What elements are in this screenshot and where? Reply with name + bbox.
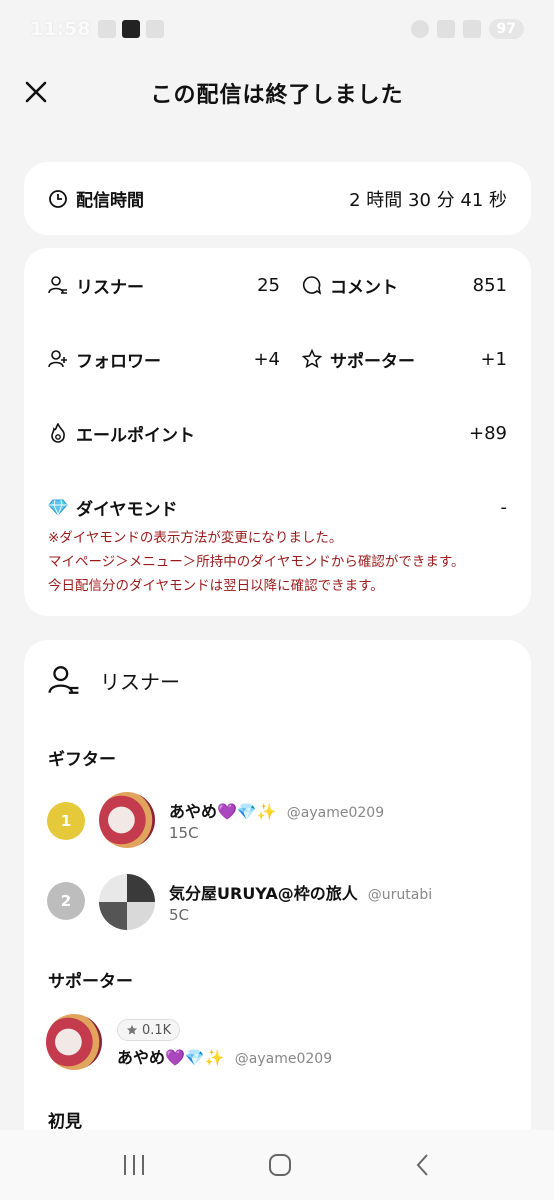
supporter-name: あやめ💜💎✨ xyxy=(117,1048,225,1067)
gifters-heading: ギフター xyxy=(48,750,116,770)
gifter-handle: @ayame0209 xyxy=(286,805,385,821)
dnd-icon xyxy=(410,20,429,38)
recent-apps-icon[interactable] xyxy=(120,1153,148,1177)
broadcast-time-label: 配信時間 xyxy=(76,191,144,211)
stat-listeners-label: リスナー xyxy=(76,277,144,298)
comment-icon xyxy=(302,276,322,295)
gifter-name-line: あやめ💜💎✨ @ayame0209 xyxy=(169,798,384,822)
stat-yell-points-label: エールポイント xyxy=(76,425,195,446)
stat-followers: フォロワー +4 xyxy=(48,344,280,374)
rank-badge: 2 xyxy=(47,882,85,920)
page-header: この配信は終了しました xyxy=(0,58,554,128)
gifter-handle: @urutabi xyxy=(367,887,433,903)
first-time-heading: 初見 xyxy=(48,1112,82,1132)
listeners-card: リスナー ギフター 1 あやめ💜💎✨ @ayame0209 15C 2 気分屋UR… xyxy=(24,640,531,1160)
supporter-level-badge: 0.1K xyxy=(117,1019,181,1041)
supporters-heading: サポーター xyxy=(48,972,133,992)
gallery-icon xyxy=(98,20,117,38)
star-icon xyxy=(302,349,322,369)
gifter-coins: 5C xyxy=(169,906,190,924)
follower-add-icon xyxy=(48,350,67,368)
gifter-name: 気分屋URUYA@枠の旅人 xyxy=(169,884,358,903)
flame-icon xyxy=(51,423,65,443)
diamond-notice: ※ダイヤモンドの表示方法が変更になりました。 マイページ＞メニュー＞所持中のダイ… xyxy=(48,526,464,598)
stat-followers-label-group: フォロワー xyxy=(48,347,161,372)
stat-diamonds-label: ダイヤモンド xyxy=(76,499,178,520)
stat-diamonds-value: - xyxy=(500,496,508,518)
star-filled-icon xyxy=(126,1024,138,1035)
supporter-handle: @ayame0209 xyxy=(234,1051,333,1067)
tiktok-icon xyxy=(122,20,141,38)
notice-line: ※ダイヤモンドの表示方法が変更になりました。 xyxy=(48,530,343,546)
notice-line: 今日配信分のダイヤモンドは翌日以降に確認できます。 xyxy=(48,578,384,594)
broadcast-time-card: 配信時間 2 時間 30 分 41 秒 xyxy=(24,162,531,235)
stat-listeners: リスナー 25 xyxy=(48,270,280,300)
stat-comments: コメント 851 xyxy=(302,270,507,300)
diamond-icon xyxy=(48,499,68,517)
avatar[interactable] xyxy=(99,792,155,848)
status-bar: 11:58 97 xyxy=(0,0,554,58)
supporter-name-line: あやめ💜💎✨ @ayame0209 xyxy=(117,1044,332,1068)
battery-indicator: 97 xyxy=(488,19,524,39)
status-icons-left xyxy=(98,20,165,38)
rank-badge: 1 xyxy=(47,802,85,840)
gifter-name: あやめ💜💎✨ xyxy=(169,802,277,821)
gifter-name-line: 気分屋URUYA@枠の旅人 @urutabi xyxy=(169,880,432,904)
stat-yell-points: エールポイント +89 xyxy=(48,418,507,448)
stat-supporters-value: +1 xyxy=(480,348,507,370)
stat-comments-label: コメント xyxy=(330,277,398,298)
stat-supporters: サポーター +1 xyxy=(302,344,507,374)
wifi-icon xyxy=(436,20,455,38)
avatar[interactable] xyxy=(99,874,155,930)
notification-icon xyxy=(146,20,165,38)
notice-line: マイページ＞メニュー＞所持中のダイヤモンドから確認ができます。 xyxy=(48,554,465,570)
listener-icon xyxy=(48,276,67,294)
stat-comments-value: 851 xyxy=(472,274,507,296)
home-icon[interactable] xyxy=(267,1152,293,1178)
listeners-section-title: リスナー xyxy=(100,669,180,694)
stat-comments-label-group: コメント xyxy=(302,273,398,298)
supporter-level-value: 0.1K xyxy=(142,1022,172,1038)
stat-supporters-label-group: サポーター xyxy=(302,347,415,372)
listener-icon xyxy=(48,666,79,694)
back-icon[interactable] xyxy=(412,1152,434,1178)
stat-diamonds: ダイヤモンド - xyxy=(48,492,507,522)
avatar[interactable] xyxy=(46,1014,102,1070)
page-title: この配信は終了しました xyxy=(150,83,404,108)
stat-followers-value: +4 xyxy=(253,348,280,370)
status-icons-right: 97 xyxy=(410,19,524,39)
broadcast-time-value: 2 時間 30 分 41 秒 xyxy=(349,189,507,211)
system-nav-bar xyxy=(0,1130,554,1200)
close-icon xyxy=(25,81,47,103)
broadcast-time-label-group: 配信時間 xyxy=(48,186,144,211)
stats-card: リスナー 25 コメント 851 フォロワー +4 サポーター +1 エールポイ… xyxy=(24,248,531,616)
listeners-section-header: リスナー xyxy=(48,664,180,696)
stat-listeners-label-group: リスナー xyxy=(48,273,144,298)
close-button[interactable] xyxy=(18,74,54,110)
stat-yell-points-label-group: エールポイント xyxy=(48,421,195,446)
signal-icon xyxy=(462,20,481,38)
stat-followers-label: フォロワー xyxy=(76,351,161,372)
stat-yell-points-value: +89 xyxy=(469,422,507,444)
stat-supporters-label: サポーター xyxy=(330,351,415,372)
clock-icon xyxy=(49,189,67,208)
stat-listeners-value: 25 xyxy=(257,274,280,296)
gifter-coins: 15C xyxy=(169,824,199,842)
stat-diamonds-label-group: ダイヤモンド xyxy=(48,495,178,520)
status-time: 11:58 xyxy=(30,18,91,40)
